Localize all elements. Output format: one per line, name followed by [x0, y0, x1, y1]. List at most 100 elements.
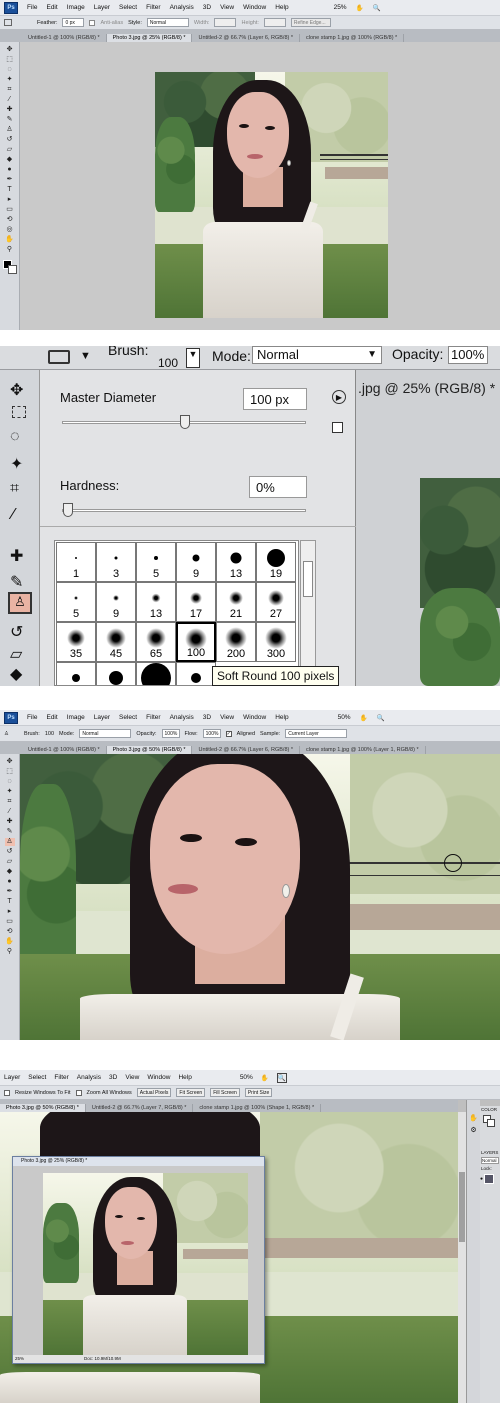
- tab-photo-3[interactable]: Photo 3.jpg @ 50% (RGB/8) *: [106, 746, 193, 754]
- lasso-tool-icon[interactable]: ◌: [5, 66, 15, 74]
- vertical-scrollbar[interactable]: [458, 1112, 466, 1403]
- menu-3d[interactable]: 3D: [109, 1074, 117, 1081]
- paint-bucket-icon[interactable]: ◆: [10, 664, 22, 684]
- path-select-icon[interactable]: ▸: [5, 908, 15, 916]
- popup-menu-button[interactable]: ▶: [332, 390, 346, 404]
- zoom-icon[interactable]: 🔍: [276, 1072, 288, 1083]
- menu-analysis[interactable]: Analysis: [77, 1074, 101, 1081]
- crop-tool-icon[interactable]: ⌗: [5, 798, 15, 806]
- master-diameter-slider[interactable]: [62, 415, 306, 429]
- tab-untitled-2[interactable]: Untitled-2 @ 66.7% (Layer 6, RGB/8) *: [192, 746, 301, 754]
- eyedropper-icon[interactable]: ⁄: [5, 808, 15, 816]
- menu-select[interactable]: Select: [119, 4, 137, 11]
- menu-analysis[interactable]: Analysis: [170, 714, 194, 721]
- menu-select[interactable]: Select: [119, 714, 137, 721]
- menu-filter[interactable]: Filter: [146, 4, 160, 11]
- 3d-rotate-icon[interactable]: ⟲: [5, 216, 15, 224]
- menu-image[interactable]: Image: [67, 4, 85, 11]
- tab-clone-stamp[interactable]: clone stamp 1.jpg @ 100% (Shape 1, RGB/8…: [193, 1104, 322, 1112]
- history-brush-icon[interactable]: ↺: [5, 848, 15, 856]
- eye-icon[interactable]: ●: [480, 1176, 483, 1182]
- brush-preset[interactable]: 17: [176, 582, 216, 622]
- tab-photo-3[interactable]: Photo 3.jpg @ 25% (RGB/8) *: [106, 34, 193, 42]
- brush-preset[interactable]: 1: [56, 542, 96, 582]
- paint-bucket-icon[interactable]: ◆: [5, 156, 15, 164]
- tool-preset-icon[interactable]: [48, 350, 70, 364]
- color-swatches[interactable]: [2, 260, 17, 274]
- type-tool-icon[interactable]: T: [5, 186, 15, 194]
- brush-preset[interactable]: 5: [136, 542, 176, 582]
- fit-screen-button[interactable]: Fit Screen: [176, 1088, 206, 1097]
- zoom-icon[interactable]: 🔍: [373, 4, 381, 12]
- sample-select[interactable]: Current Layer: [285, 729, 348, 738]
- healing-brush-icon[interactable]: ✚: [10, 546, 23, 566]
- brush-preset[interactable]: 21: [216, 582, 256, 622]
- hand-icon[interactable]: ✋: [356, 4, 364, 12]
- color-panel-label[interactable]: COLOR: [480, 1106, 500, 1113]
- save-preset-icon[interactable]: [332, 422, 343, 433]
- flow-field[interactable]: 100%: [202, 729, 221, 738]
- brush-preset[interactable]: 45: [96, 622, 136, 662]
- menu-edit[interactable]: Edit: [46, 4, 57, 11]
- menu-help[interactable]: Help: [275, 714, 288, 721]
- menu-layer[interactable]: Layer: [94, 714, 110, 721]
- document-tab-zoomed[interactable]: .jpg @ 25% (RGB/8) *: [358, 380, 495, 396]
- brush-preset[interactable]: 13: [136, 582, 176, 622]
- brush-preset[interactable]: 9: [176, 542, 216, 582]
- pen-tool-icon[interactable]: ✒: [5, 176, 15, 184]
- dodge-icon[interactable]: ●: [5, 878, 15, 886]
- clone-stamp-icon[interactable]: ♙: [5, 126, 15, 134]
- zoom-level[interactable]: 25%: [334, 4, 347, 11]
- shape-tool-icon[interactable]: ▭: [5, 206, 15, 214]
- tab-clone-stamp[interactable]: clone stamp 1.jpg @ 100% (Layer 1, RGB/8…: [300, 746, 426, 754]
- marquee-icon[interactable]: [4, 19, 12, 26]
- path-select-icon[interactable]: ▸: [5, 196, 15, 204]
- marquee-tool-icon[interactable]: [12, 406, 26, 418]
- grid-scrollbar[interactable]: [300, 540, 316, 686]
- zoom-tool-icon[interactable]: ⚲: [5, 948, 15, 956]
- tab-photo-3[interactable]: Photo 3.jpg @ 50% (RGB/8) *: [0, 1104, 86, 1112]
- eraser-icon[interactable]: ▱: [5, 146, 15, 154]
- history-brush-icon[interactable]: ↺: [10, 622, 23, 642]
- mode-select[interactable]: Normal: [79, 729, 132, 738]
- history-brush-icon[interactable]: ↺: [5, 136, 15, 144]
- lasso-tool-icon[interactable]: ◌: [10, 428, 20, 446]
- marquee-tool-icon[interactable]: ⬚: [5, 56, 15, 64]
- healing-brush-icon[interactable]: ✚: [5, 818, 15, 826]
- document-photo[interactable]: [155, 72, 388, 318]
- shape-tool-icon[interactable]: ▭: [5, 918, 15, 926]
- print-size-button[interactable]: Print Size: [244, 1088, 273, 1097]
- style-select[interactable]: Normal: [146, 18, 189, 27]
- eyedropper-icon[interactable]: ⁄: [5, 96, 15, 104]
- tab-untitled-2[interactable]: Untitled-2 @ 66.7% (Layer 6, RGB/8) *: [192, 34, 301, 42]
- brush-preset[interactable]: [96, 662, 136, 685]
- brush-preset[interactable]: [176, 662, 216, 685]
- tab-clone-stamp[interactable]: clone stamp 1.jpg @ 100% (RGB/8) *: [300, 34, 405, 42]
- hand-icon[interactable]: ✋: [261, 1074, 269, 1082]
- marquee-tool-icon[interactable]: ⬚: [5, 768, 15, 776]
- blend-mode-select[interactable]: Normal: [481, 1157, 499, 1164]
- master-diameter-field[interactable]: 100 px: [243, 388, 307, 410]
- zoom-tool-icon[interactable]: ⚲: [5, 246, 15, 254]
- fill-screen-button[interactable]: Fill Screen: [210, 1088, 240, 1097]
- layers-panel-label[interactable]: LAYERS: [480, 1149, 500, 1156]
- brush-preset[interactable]: 200: [216, 622, 256, 662]
- scrollbar-thumb[interactable]: [303, 561, 313, 597]
- zoom-icon[interactable]: 🔍: [377, 714, 385, 722]
- move-tool-icon[interactable]: ✥: [10, 380, 23, 400]
- brush-preset[interactable]: 35: [56, 622, 96, 662]
- brush-preset[interactable]: [136, 662, 176, 685]
- opacity-field[interactable]: 100%: [448, 346, 488, 364]
- type-tool-icon[interactable]: T: [5, 898, 15, 906]
- brush-preset[interactable]: 5: [56, 582, 96, 622]
- crop-tool-icon[interactable]: ⌗: [5, 86, 15, 94]
- healing-brush-icon[interactable]: ✚: [5, 106, 15, 114]
- layer-row[interactable]: ●: [480, 1174, 500, 1184]
- hand-tool-icon[interactable]: ✋: [5, 938, 15, 946]
- hardness-field[interactable]: 0%: [249, 476, 307, 498]
- lasso-tool-icon[interactable]: ◌: [5, 778, 15, 786]
- crop-tool-icon[interactable]: ⌗: [10, 480, 19, 498]
- chevron-down-icon[interactable]: ▼: [80, 350, 91, 362]
- zoom-level[interactable]: 50%: [240, 1074, 253, 1081]
- feather-field[interactable]: 0 px: [62, 18, 85, 27]
